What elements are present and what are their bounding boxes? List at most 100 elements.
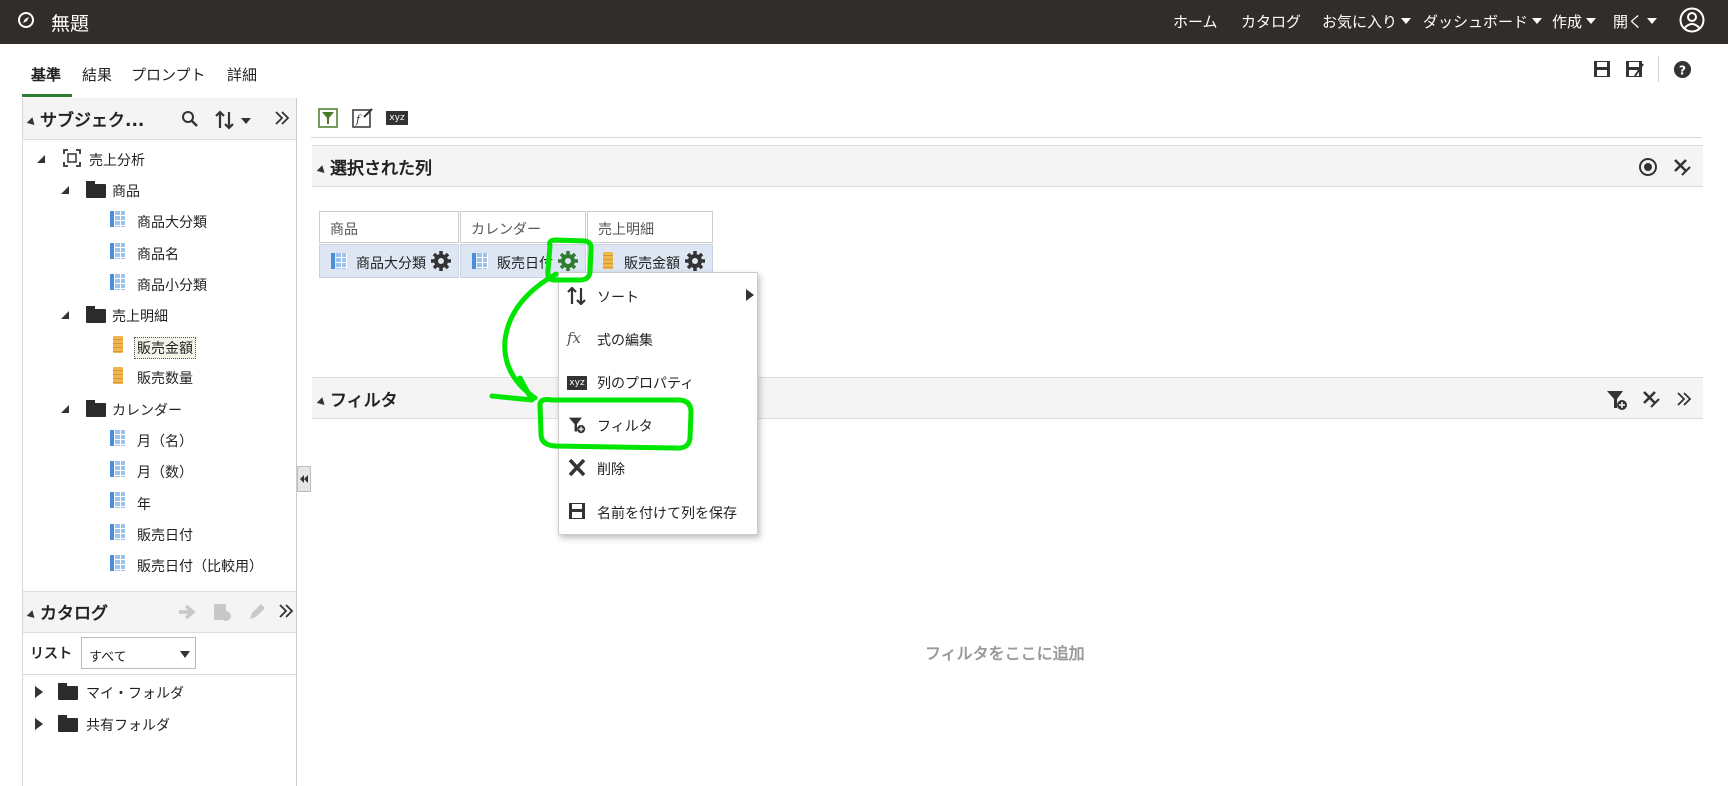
save-icon[interactable]	[1593, 60, 1611, 78]
left-pane-border	[22, 98, 23, 786]
save-as-icon[interactable]	[1625, 60, 1645, 78]
filters-title[interactable]: フィルタ	[316, 386, 398, 411]
arrow-right-icon[interactable]	[177, 603, 197, 621]
left-pane-right-border	[296, 98, 297, 786]
column-context-menu: ソート fx 式の編集 xyz 列のプロパティ フィルタ 削除 名前を付けて列を…	[558, 272, 758, 535]
tree-column[interactable]: 販売日付	[137, 525, 193, 545]
remove-all-filters-icon[interactable]	[1641, 389, 1661, 409]
column-group-header: 商品	[319, 211, 459, 243]
tree-expanded-icon[interactable]	[60, 404, 70, 414]
menu-item-delete[interactable]: 削除	[597, 459, 625, 479]
nav-catalog[interactable]: カタログ	[1241, 11, 1301, 32]
selected-column[interactable]: 商品大分類	[319, 244, 459, 278]
gear-icon[interactable]	[558, 251, 578, 271]
chevron-down-icon	[1401, 18, 1412, 24]
tab-prompts[interactable]: プロンプト	[131, 64, 206, 85]
menu-item-save-column-as[interactable]: 名前を付けて列を保存	[597, 503, 737, 523]
tree-column[interactable]: 月（数）	[137, 462, 193, 482]
subject-area-icon	[63, 149, 81, 167]
tree-column[interactable]: 商品大分類	[137, 212, 207, 232]
toolbar-divider	[311, 137, 1702, 138]
nav-open[interactable]: 開く	[1613, 11, 1658, 32]
column-group-header: 売上明細	[587, 211, 713, 243]
hide-columns-icon[interactable]	[1637, 158, 1659, 176]
submenu-arrow-icon	[746, 289, 754, 301]
tree-root-label[interactable]: 売上分析	[89, 150, 145, 170]
save-icon	[569, 503, 585, 519]
collapse-icon	[26, 610, 38, 621]
attribute-column-icon	[110, 524, 126, 540]
svg-text:f: f	[355, 113, 362, 126]
tree-column[interactable]: 商品名	[137, 244, 179, 264]
chevron-down-icon	[1586, 18, 1597, 24]
tree-folder-product[interactable]: 商品	[112, 181, 140, 201]
catalog-title[interactable]: カタログ	[26, 599, 108, 624]
gear-icon[interactable]	[685, 251, 705, 271]
nav-dashboard[interactable]: ダッシュボード	[1423, 11, 1543, 32]
remove-all-columns-icon[interactable]	[1672, 157, 1692, 177]
tree-column[interactable]: 商品小分類	[137, 275, 207, 295]
nav-create[interactable]: 作成	[1552, 11, 1597, 32]
nav-create-label: 作成	[1552, 13, 1583, 31]
app-title: 無題	[51, 13, 90, 35]
menu-item-column-properties[interactable]: 列のプロパティ	[597, 373, 694, 393]
edit-icon[interactable]	[247, 602, 267, 622]
add-filter-icon[interactable]	[1606, 389, 1628, 411]
catalog-list-value: すべて	[89, 650, 127, 665]
menu-item-sort[interactable]: ソート	[597, 287, 639, 307]
tree-expanded-icon[interactable]	[36, 154, 46, 164]
expand-right-icon[interactable]	[278, 603, 294, 619]
tree-collapsed-icon[interactable]	[35, 686, 43, 698]
search-icon[interactable]	[181, 110, 199, 128]
tree-folder-calendar[interactable]: カレンダー	[112, 400, 182, 420]
menu-item-edit-formula[interactable]: 式の編集	[597, 330, 653, 350]
nav-favorites[interactable]: お気に入り	[1322, 11, 1412, 32]
filters-header	[312, 377, 1703, 419]
tree-column[interactable]: 月（名）	[137, 431, 193, 451]
edit-formula-icon[interactable]: f	[352, 107, 374, 128]
catalog-divider	[23, 674, 296, 675]
measure-column-icon	[603, 252, 613, 269]
menu-item-filter[interactable]: フィルタ	[597, 416, 653, 436]
catalog-list-select[interactable]: すべて	[81, 637, 196, 669]
gear-icon[interactable]	[431, 251, 451, 271]
folder-icon	[86, 400, 106, 417]
user-avatar-icon[interactable]	[1678, 6, 1706, 34]
catalog-list-label: リスト	[30, 646, 72, 662]
subject-area-title[interactable]: サブジェク...	[26, 106, 145, 131]
chevron-down-icon	[1532, 18, 1543, 24]
catalog-folder-my[interactable]: マイ・フォルダ	[86, 683, 184, 703]
properties-icon[interactable]	[212, 602, 232, 622]
attribute-column-icon	[331, 253, 347, 269]
tree-folder-sales-detail[interactable]: 売上明細	[112, 306, 168, 326]
tab-results[interactable]: 結果	[82, 64, 112, 85]
tab-advanced[interactable]: 詳細	[227, 64, 257, 85]
collapse-pane-handle[interactable]	[297, 466, 311, 492]
toolbar-divider	[1658, 56, 1659, 82]
tree-expanded-icon[interactable]	[60, 310, 70, 320]
selected-columns-title[interactable]: 選択された列	[316, 154, 432, 179]
selected-column-label: 販売金額	[624, 256, 680, 272]
nav-home[interactable]: ホーム	[1173, 11, 1218, 32]
nav-open-label: 開く	[1613, 13, 1644, 31]
subject-area-title-text: サブジェク...	[40, 111, 145, 131]
expand-right-icon[interactable]	[1676, 391, 1692, 407]
column-group-header: カレンダー	[460, 211, 586, 243]
tree-column[interactable]: 販売日付（比較用）	[137, 556, 263, 576]
filter-toolbar-icon[interactable]	[318, 108, 338, 128]
tree-column[interactable]: 年	[137, 494, 151, 514]
collapse-icon	[316, 165, 328, 176]
compass-icon[interactable]	[16, 10, 36, 30]
expand-right-icon[interactable]	[274, 110, 290, 126]
tree-column-selected[interactable]: 販売金額	[134, 337, 196, 359]
sort-icon[interactable]	[215, 110, 255, 130]
folder-icon	[86, 306, 106, 323]
help-icon[interactable]: ?	[1673, 60, 1692, 79]
tree-expanded-icon[interactable]	[60, 185, 70, 195]
tab-criteria[interactable]: 基準	[31, 64, 61, 85]
attribute-column-icon	[110, 461, 126, 477]
column-properties-icon[interactable]: xyz	[386, 111, 408, 125]
catalog-folder-shared[interactable]: 共有フォルダ	[86, 715, 170, 735]
tree-column[interactable]: 販売数量	[137, 368, 193, 388]
tree-collapsed-icon[interactable]	[35, 718, 43, 730]
